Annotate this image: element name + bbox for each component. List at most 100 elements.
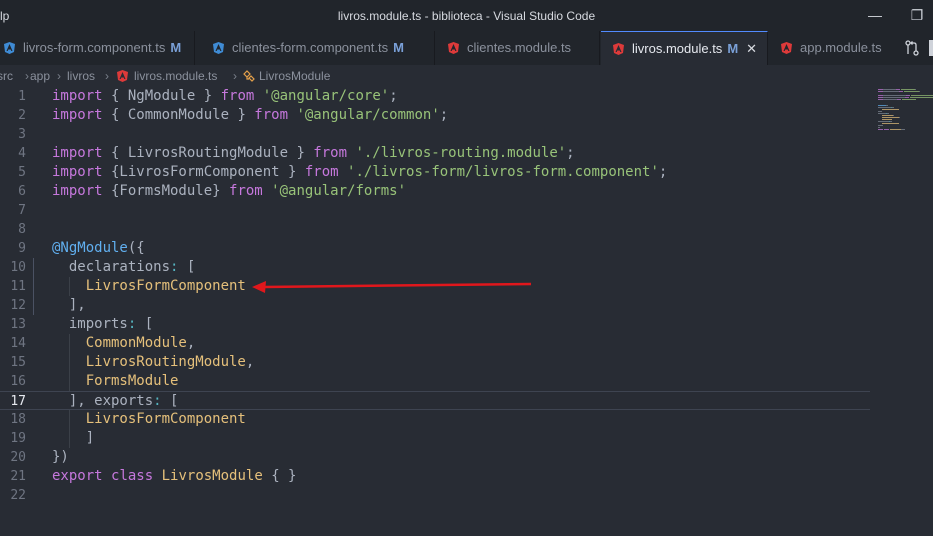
minimap-line — [878, 127, 880, 128]
minimap-line — [901, 129, 905, 130]
line-number: 7 — [18, 203, 26, 218]
minimap-line — [882, 123, 899, 124]
modified-indicator: M — [393, 40, 404, 55]
code-line[interactable]: 8 — [0, 220, 870, 239]
breadcrumb-item-app[interactable]: app — [30, 65, 50, 87]
line-number: 4 — [18, 146, 26, 161]
line-number: 1 — [18, 89, 26, 104]
code-text: export class LivrosModule { } — [52, 468, 297, 484]
angular-module-icon — [781, 42, 792, 54]
code-line[interactable]: 6 import {FormsModule} from '@angular/for… — [0, 182, 870, 201]
line-number: 19 — [10, 431, 26, 446]
window-title: livros.module.ts - biblioteca - Visual S… — [337, 9, 596, 23]
code-text: LivrosRoutingModule, — [85, 354, 255, 370]
code-line[interactable]: 12 ], — [0, 296, 870, 315]
minimap-line — [883, 99, 897, 100]
tab-livros-form-component[interactable]: livros-form.component.ts M — [0, 31, 195, 65]
tab-app-module[interactable]: app.module.ts — [769, 31, 902, 65]
code-text: imports: [ — [52, 316, 154, 332]
code-line[interactable]: 4 import { LivrosRoutingModule } from './… — [0, 144, 870, 163]
code-line[interactable]: 14 CommonModule, — [0, 334, 870, 353]
tab-label: livros-form.component.ts — [23, 40, 166, 55]
tab-label: clientes.module.ts — [467, 40, 572, 55]
code-line[interactable]: 16 FormsModule — [0, 372, 870, 391]
code-text: @NgModule({ — [52, 240, 145, 256]
line-number: 18 — [10, 412, 26, 427]
minimize-icon[interactable]: — — [866, 6, 884, 24]
minimap-line — [915, 89, 916, 90]
breadcrumb: src › app › livros › livros.module.ts › … — [0, 65, 933, 87]
code-line[interactable]: 22 — [0, 486, 870, 505]
breadcrumb-item-symbol[interactable]: LivrosModule — [259, 65, 330, 87]
minimap-line — [911, 95, 933, 96]
code-text: import { NgModule } from '@angular/core'… — [52, 88, 398, 104]
minimap-line — [897, 99, 901, 100]
minimap-line — [899, 117, 900, 118]
tab-livros-module[interactable]: livros.module.ts M ✕ — [601, 31, 768, 65]
code-line[interactable]: 1 import { NgModule } from '@angular/core… — [0, 87, 870, 106]
code-line[interactable]: 3 — [0, 125, 870, 144]
minimap-line — [883, 89, 896, 90]
minimap[interactable] — [872, 87, 933, 536]
open-changes-icon[interactable] — [904, 40, 920, 56]
code-line[interactable]: 7 — [0, 201, 870, 220]
breadcrumb-item-src[interactable]: src — [0, 65, 13, 87]
modified-indicator: M — [170, 40, 182, 55]
minimap-line — [883, 95, 906, 96]
split-editor-icon[interactable] — [929, 40, 933, 56]
code-line[interactable]: 20}) — [0, 448, 870, 467]
minimap-line — [883, 91, 899, 92]
minimap-line — [878, 111, 882, 112]
minimap-line — [878, 105, 886, 106]
code-text: ], exports: [ — [52, 393, 179, 409]
line-number: 3 — [18, 127, 26, 142]
code-line[interactable]: 9 @NgModule({ — [0, 239, 870, 258]
minimap-line — [886, 105, 888, 106]
code-text: }) — [52, 449, 69, 465]
tab-clientes-module[interactable]: clientes.module.ts — [436, 31, 600, 65]
code-line[interactable]: 18 LivrosFormComponent — [0, 410, 870, 429]
breadcrumb-item-file[interactable]: livros.module.ts — [134, 65, 217, 87]
code-line[interactable]: 21 export class LivrosModule { } — [0, 467, 870, 486]
minimap-line — [882, 109, 899, 110]
angular-module-icon — [117, 70, 128, 82]
code-line[interactable]: 17 ], exports: [ — [0, 391, 870, 410]
angular-component-icon — [213, 42, 224, 54]
minimap-line — [890, 129, 901, 130]
minimap-line — [896, 89, 900, 90]
code-line[interactable]: 19 ] — [0, 429, 870, 448]
code-line[interactable]: 2 import { CommonModule } from '@angular/… — [0, 106, 870, 125]
minimap-line — [878, 107, 891, 108]
minimap-line — [882, 115, 893, 116]
line-number: 17 — [10, 394, 26, 409]
code-line[interactable]: 11 LivrosFormComponent — [0, 277, 870, 296]
code-editor[interactable]: 1 import { NgModule } from '@angular/core… — [0, 87, 933, 536]
line-number: 11 — [10, 279, 26, 294]
angular-component-icon — [4, 42, 15, 54]
restore-icon[interactable]: ❐ — [908, 6, 926, 24]
code-text: ] — [52, 430, 95, 446]
line-number: 21 — [10, 469, 26, 484]
minimap-line — [878, 113, 886, 114]
minimap-line — [919, 91, 920, 92]
code-line[interactable]: 13 imports: [ — [0, 315, 870, 334]
tab-clientes-form-component[interactable]: clientes-form.component.ts M — [201, 31, 435, 65]
line-number: 12 — [10, 298, 26, 313]
minimap-line — [882, 117, 899, 118]
line-number: 22 — [10, 488, 26, 503]
code-text: import {LivrosFormComponent } from './li… — [52, 164, 668, 180]
minimap-line — [892, 107, 894, 108]
line-number: 13 — [10, 317, 26, 332]
minimap-line — [878, 125, 883, 126]
code-text: import { CommonModule } from '@angular/c… — [52, 107, 449, 123]
close-icon[interactable]: ✕ — [746, 41, 757, 56]
code-line[interactable]: 10 declarations: [ — [0, 258, 870, 277]
chevron-right-icon: › — [25, 69, 29, 83]
chevron-right-icon: › — [105, 69, 109, 83]
minimap-line — [887, 113, 889, 114]
title-bar: lp livros.module.ts - biblioteca - Visua… — [0, 0, 933, 31]
breadcrumb-item-livros[interactable]: livros — [67, 65, 95, 87]
code-line[interactable]: 5 import {LivrosFormComponent } from './l… — [0, 163, 870, 182]
code-line[interactable]: 15 LivrosRoutingModule, — [0, 353, 870, 372]
code-text: LivrosFormComponent — [85, 278, 246, 294]
